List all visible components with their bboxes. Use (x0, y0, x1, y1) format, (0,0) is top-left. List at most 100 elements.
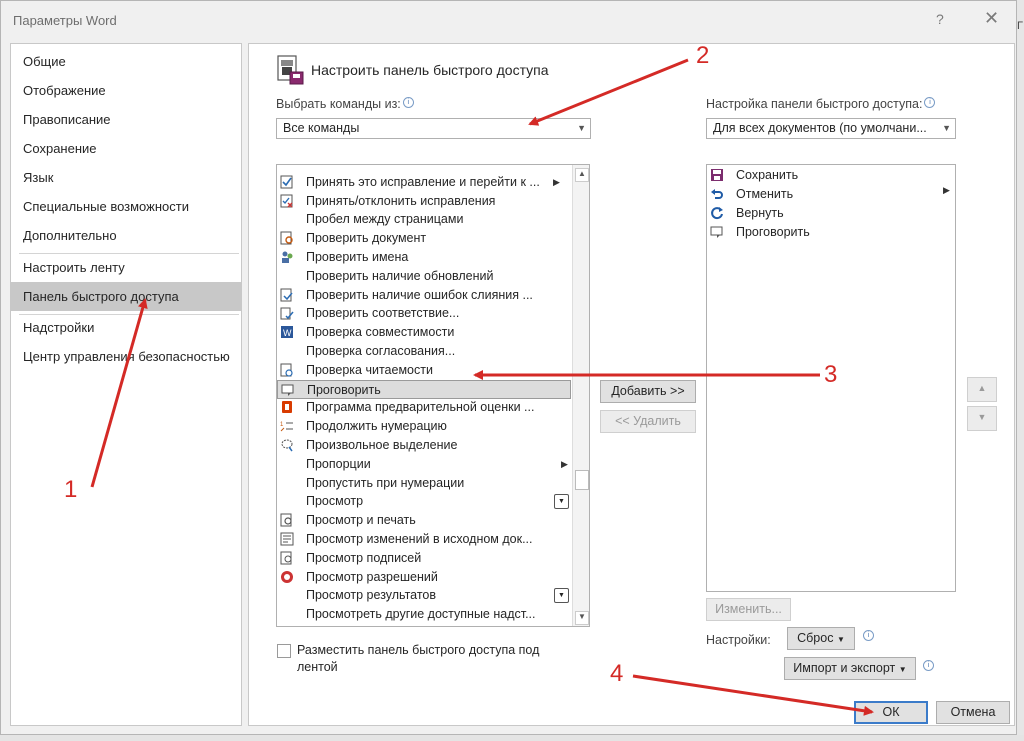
commands-scrollbar[interactable]: ▲ ▼ (572, 165, 589, 626)
command-list-item[interactable]: Пропустить при нумерации (277, 474, 571, 493)
command-list-item[interactable]: Пробел между страницами (277, 210, 571, 229)
nav-item-advanced[interactable]: Дополнительно (11, 221, 241, 250)
print-preview-icon (280, 513, 292, 527)
command-list-item[interactable]: Просмотреть другие доступные надст... (277, 605, 571, 624)
annotation-4: 4 (610, 660, 624, 687)
office-icon (282, 401, 292, 414)
info-icon: i (402, 97, 414, 108)
command-list-item[interactable]: Просмотр и печать (277, 511, 571, 530)
close-button[interactable]: ✕ (984, 8, 999, 29)
nav-item-proofing[interactable]: Правописание (11, 105, 241, 134)
qat-list-item[interactable]: Вернуть (707, 204, 937, 223)
show-qat-below-ribbon-checkbox[interactable] (277, 644, 291, 658)
chevron-down-icon: ▼ (898, 665, 907, 674)
nav-item-quick-access-toolbar[interactable]: Панель быстрого доступа (11, 282, 241, 311)
qat-list-item[interactable]: Проговорить (707, 223, 937, 242)
nav-item-accessibility[interactable]: Специальные возможности (11, 192, 241, 221)
command-list-item[interactable]: Программа предварительной оценки ... (277, 398, 571, 417)
continue-numbering-icon: 1 (280, 422, 293, 432)
move-down-button[interactable]: ▼ (967, 406, 997, 431)
command-label: Пропустить при нумерации (306, 475, 465, 490)
svg-text:W: W (283, 328, 292, 338)
import-export-button[interactable]: Импорт и экспорт ▼ (784, 657, 916, 680)
reset-button[interactable]: Сброс ▼ (787, 627, 855, 650)
scroll-up-arrow-icon[interactable]: ▲ (575, 168, 589, 182)
info-icon: i (863, 630, 874, 641)
command-list-item[interactable]: Проверка читаемости (277, 361, 571, 380)
command-list-item[interactable]: Проговорить (277, 379, 571, 399)
lasso-select-icon (281, 439, 293, 452)
dropdown-indicator-icon: ▼ (554, 588, 569, 604)
command-label: Пробел между страницами (306, 212, 464, 227)
speak-icon (281, 384, 294, 396)
command-list-item[interactable]: Просмотр результатов ▼ (277, 586, 571, 605)
command-list-item[interactable]: Просмотр ▼ (277, 492, 571, 511)
command-list-item[interactable]: Проверить документ (277, 229, 571, 248)
quick-access-toolbar-icon (277, 55, 304, 85)
add-button[interactable]: Добавить >> (600, 380, 696, 403)
readability-icon (280, 363, 293, 377)
command-label: Просмотреть журнал версий (306, 624, 472, 626)
command-list-item[interactable]: W Проверка совместимости (277, 323, 571, 342)
undo-icon (711, 189, 723, 199)
command-list-item[interactable]: 1 Продолжить нумерацию (277, 417, 571, 436)
command-label: Продолжить нумерацию (306, 419, 447, 434)
nav-item-language[interactable]: Язык (11, 163, 241, 192)
command-label: Проверка совместимости (306, 325, 455, 340)
command-list-item[interactable]: Проверить имена (277, 248, 571, 267)
nav-item-addins[interactable]: Надстройки (11, 313, 241, 342)
info-icon: i (923, 660, 934, 671)
annotation-1: 1 (64, 476, 78, 503)
move-up-button[interactable]: ▲ (967, 377, 997, 402)
compatibility-icon: W (281, 326, 293, 339)
choose-commands-combo[interactable]: Все команды ▼ (276, 118, 591, 139)
command-list-item[interactable]: Принять это исправление и перейти к ... ▶ (277, 173, 571, 192)
version-history-icon (280, 626, 294, 627)
nav-item-display[interactable]: Отображение (11, 76, 241, 105)
command-list-item[interactable]: Принять/отклонить исправления (277, 192, 571, 211)
panel-heading: Настроить панель быстрого доступа (311, 62, 549, 78)
nav-item-customize-ribbon[interactable]: Настроить ленту (11, 253, 241, 282)
accept-change-icon (280, 175, 293, 189)
nav-item-save[interactable]: Сохранение (11, 134, 241, 163)
commands-list[interactable]: Принять это исправление и перейти к ... ▶… (276, 164, 590, 627)
command-list-item[interactable] (277, 164, 571, 173)
qat-list-item[interactable]: Отменить (707, 185, 937, 204)
scroll-down-arrow-icon[interactable]: ▼ (575, 611, 589, 625)
command-label: Проверить наличие ошибок слияния ... (306, 287, 533, 302)
command-label: Проверить соответствие... (306, 306, 460, 321)
command-label: Проверить наличие обновлений (306, 268, 494, 283)
command-list-item[interactable]: Проверить наличие обновлений (277, 267, 571, 286)
command-list-item[interactable]: Просмотреть журнал версий (277, 624, 571, 627)
help-button[interactable]: ? (936, 11, 944, 27)
check-compliance-icon (280, 307, 294, 320)
nav-item-general[interactable]: Общие (11, 47, 241, 76)
modify-button[interactable]: Изменить... (706, 598, 791, 621)
command-list-item[interactable]: Просмотр разрешений (277, 568, 571, 587)
submenu-arrow-icon: ▶ (561, 458, 568, 469)
word-options-dialog: Параметры Word ? ✕ Общие Отображение Пра… (0, 0, 1017, 735)
customize-qat-combo[interactable]: Для всех документов (по умолчани... ▼ (706, 118, 956, 139)
background-window-edge: Г (1017, 0, 1024, 741)
command-label: Просмотр изменений в исходном док... (306, 532, 533, 546)
command-list-item[interactable]: Произвольное выделение (277, 436, 571, 455)
command-list-item[interactable]: Проверить соответствие... (277, 304, 571, 323)
background-window-edge (0, 735, 1024, 741)
command-list-item[interactable]: Проверить наличие ошибок слияния ... (277, 286, 571, 305)
qat-item-label: Вернуть (736, 206, 784, 220)
qat-item-label: Отменить (736, 187, 794, 201)
command-list-item[interactable]: Проверка согласования... (277, 342, 571, 361)
scroll-thumb[interactable] (575, 470, 589, 490)
ok-button[interactable]: ОК (854, 701, 928, 724)
command-label: Программа предварительной оценки ... (306, 400, 535, 415)
command-list-item[interactable]: Просмотр подписей (277, 549, 571, 568)
command-label: Принять это исправление и перейти к ... (306, 174, 540, 189)
remove-button[interactable]: << Удалить (600, 410, 696, 433)
qat-list-item[interactable]: Сохранить (707, 166, 937, 185)
command-list-item[interactable]: Пропорции ▶ (277, 455, 571, 474)
nav-item-trust-center[interactable]: Центр управления безопасностью (11, 342, 241, 371)
speak-icon (710, 226, 723, 238)
command-list-item[interactable]: Просмотр изменений в исходном док... (277, 530, 571, 549)
cancel-button[interactable]: Отмена (936, 701, 1010, 724)
partial-icon (280, 164, 294, 170)
